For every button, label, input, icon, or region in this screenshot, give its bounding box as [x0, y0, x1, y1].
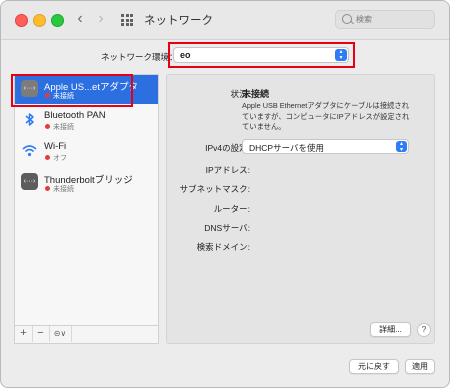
service-item-wifi[interactable]: Wi-Fi オフ: [15, 137, 158, 166]
location-highlight-box: eo ▴ ▾: [168, 42, 355, 68]
wifi-icon: [21, 142, 38, 159]
search-icon: [342, 14, 352, 24]
bluetooth-icon: [21, 111, 38, 128]
remove-service-button[interactable]: −: [32, 326, 50, 342]
ipv4-config-select[interactable]: DHCPサーバを使用 ▴ ▾: [242, 139, 409, 154]
service-list-toolbar: + − ⊝∨: [15, 325, 158, 343]
back-chevron-icon[interactable]: ‹: [73, 11, 87, 27]
minimize-button[interactable]: [33, 14, 46, 27]
location-label: ネットワーク環境：: [101, 52, 178, 62]
show-all-grid-icon[interactable]: [121, 14, 133, 26]
ip-address-label: IPアドレス:: [205, 165, 250, 175]
search-domain-label: 検索ドメイン:: [196, 242, 250, 252]
action-menu-button[interactable]: ⊝∨: [49, 326, 72, 342]
thunderbolt-bridge-icon: ‹···›: [21, 173, 38, 190]
close-button[interactable]: [15, 14, 28, 27]
status-dot: [45, 186, 50, 191]
zoom-button[interactable]: [51, 14, 64, 27]
status-dot: [45, 155, 50, 160]
help-button[interactable]: ?: [417, 323, 431, 337]
advanced-button[interactable]: 詳細...: [370, 322, 411, 337]
router-label: ルーター:: [213, 204, 250, 214]
location-value: eo: [180, 50, 191, 60]
status-value: 未接続: [242, 89, 270, 99]
selected-service-highlight-box: [11, 74, 133, 107]
ipv4-config-value: DHCPサーバを使用: [249, 143, 325, 153]
service-status: オフ: [53, 155, 67, 162]
status-description: Apple USB Ethernetアダプタにケーブルは接続されていますが、コン…: [242, 101, 410, 131]
dns-server-label: DNSサーバ:: [204, 223, 250, 233]
service-status: 未接続: [53, 186, 74, 193]
service-status: 未接続: [53, 124, 74, 131]
service-name: Wi-Fi: [44, 141, 67, 152]
search-input[interactable]: [356, 13, 430, 26]
status-dot: [45, 124, 50, 129]
service-item-bluetooth-pan[interactable]: Bluetooth PAN 未接続: [15, 106, 158, 135]
forward-chevron-icon[interactable]: ›: [94, 11, 108, 27]
service-item-thunderbolt-bridge[interactable]: ‹···› Thunderboltブリッジ 未接続: [15, 168, 158, 197]
title-bar: ‹ › ネットワーク: [1, 1, 449, 40]
chevron-updown-icon: ▴ ▾: [335, 49, 347, 61]
subnet-mask-label: サブネットマスク:: [179, 184, 250, 194]
add-service-button[interactable]: +: [15, 326, 33, 342]
service-name: Bluetooth PAN: [44, 110, 106, 121]
apply-button[interactable]: 適用: [405, 359, 435, 374]
window-title: ネットワーク: [144, 15, 213, 27]
service-list: ‹···› Apple US...etアダプタ 未接続 Bluetooth PA…: [14, 74, 159, 344]
location-select[interactable]: eo ▴ ▾: [173, 47, 349, 63]
chevron-updown-icon: ▴ ▾: [396, 141, 407, 153]
revert-button[interactable]: 元に戻す: [349, 359, 399, 374]
search-field[interactable]: [335, 10, 435, 29]
